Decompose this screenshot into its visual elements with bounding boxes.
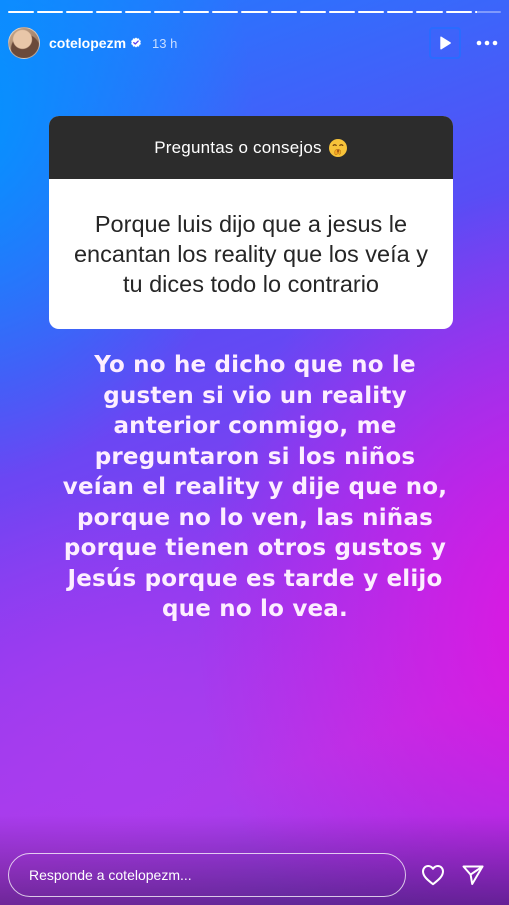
username[interactable]: cotelopezm xyxy=(49,35,126,51)
progress-segment-fill xyxy=(474,11,478,13)
story-header: cotelopezm 13 h xyxy=(8,25,501,61)
progress-segment xyxy=(8,11,35,13)
more-options-icon xyxy=(476,40,498,46)
progress-segment-fill xyxy=(153,11,181,13)
answer-text: Yo no he dicho que no le gusten si vio u… xyxy=(62,352,448,622)
progress-segment-fill xyxy=(66,11,93,13)
progress-segment-fill xyxy=(95,11,122,13)
progress-segment xyxy=(95,11,122,13)
question-sticker-title: Preguntas o consejos xyxy=(154,137,322,157)
like-button[interactable] xyxy=(420,862,446,888)
reply-input[interactable]: Responde a cotelopezm... xyxy=(8,853,406,897)
story-footer: Responde a cotelopezm... xyxy=(8,853,497,897)
progress-segment xyxy=(66,11,93,13)
more-options-button[interactable] xyxy=(475,31,499,55)
story-progress-bar xyxy=(8,11,501,13)
play-icon xyxy=(437,35,453,51)
progress-segment-fill xyxy=(124,11,151,13)
progress-segment-fill xyxy=(183,11,210,13)
story-viewer[interactable]: cotelopezm 13 h Preguntas o consejos Por… xyxy=(0,0,509,905)
play-button[interactable] xyxy=(429,27,461,59)
progress-segment xyxy=(37,11,64,13)
progress-segment-fill xyxy=(212,11,239,13)
progress-segment-fill xyxy=(241,11,268,13)
progress-segment xyxy=(241,11,268,13)
progress-segment-fill xyxy=(270,11,297,13)
progress-segment-fill xyxy=(8,11,35,13)
progress-segment xyxy=(445,11,472,13)
send-icon xyxy=(461,864,485,886)
question-sticker-body: Porque luis dijo que a jesus le encantan… xyxy=(49,179,453,329)
avatar[interactable] xyxy=(8,27,40,59)
send-button[interactable] xyxy=(460,862,486,888)
progress-segment xyxy=(328,11,356,13)
progress-segment xyxy=(212,11,239,13)
progress-segment-fill xyxy=(358,11,385,13)
progress-segment xyxy=(124,11,151,13)
progress-segment xyxy=(299,11,326,13)
progress-segment xyxy=(153,11,181,13)
question-text: Porque luis dijo que a jesus le encantan… xyxy=(73,211,428,297)
heart-icon xyxy=(421,864,445,886)
progress-segment xyxy=(474,11,501,13)
question-sticker-header: Preguntas o consejos xyxy=(49,116,453,179)
progress-segment-fill xyxy=(328,11,356,13)
progress-segment-fill xyxy=(416,11,443,13)
shushing-face-emoji-icon xyxy=(328,138,348,158)
progress-segment-fill xyxy=(387,11,414,13)
story-timestamp: 13 h xyxy=(152,35,178,51)
progress-segment-fill xyxy=(445,11,472,13)
progress-segment xyxy=(270,11,297,13)
question-sticker[interactable]: Preguntas o consejos Porque luis dijo qu… xyxy=(49,116,453,329)
progress-segment xyxy=(183,11,210,13)
progress-segment xyxy=(416,11,443,13)
progress-segment-fill xyxy=(37,11,64,13)
verified-badge-icon xyxy=(130,37,142,49)
reply-input-placeholder: Responde a cotelopezm... xyxy=(29,867,192,883)
progress-segment xyxy=(358,11,385,13)
progress-segment xyxy=(387,11,414,13)
progress-segment-fill xyxy=(299,11,326,13)
